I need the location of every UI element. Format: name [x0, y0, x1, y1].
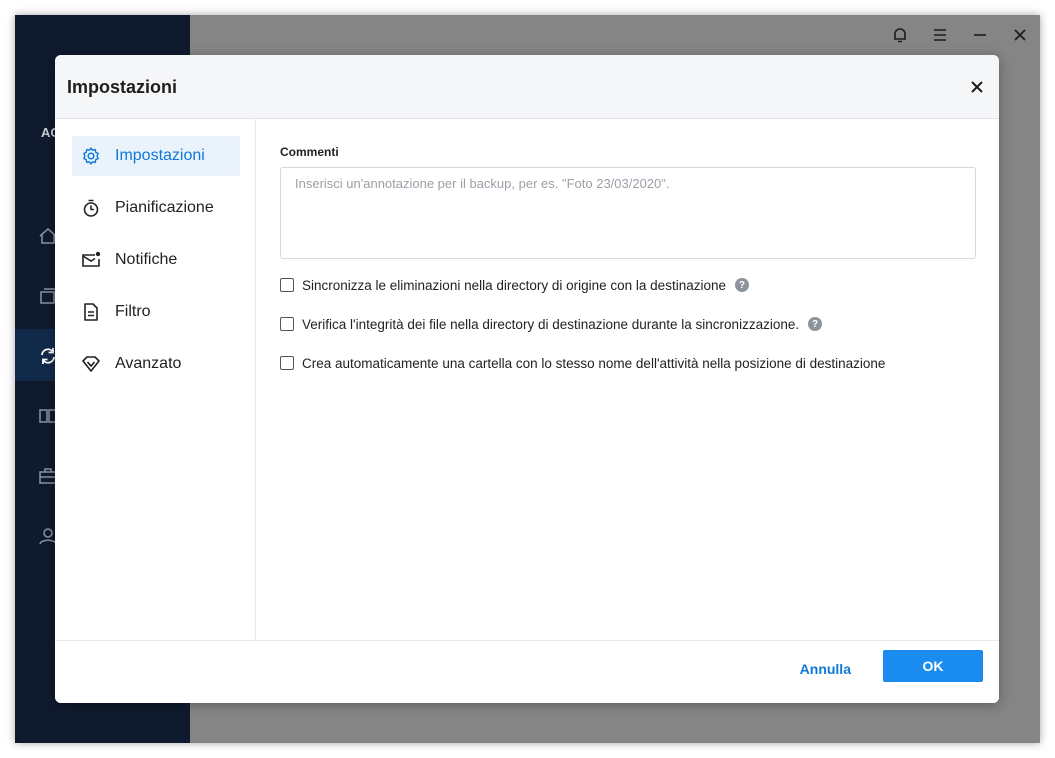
minimize-icon — [974, 34, 986, 36]
cancel-button[interactable]: Annulla — [800, 658, 851, 680]
nav-item-label: Notifiche — [115, 251, 178, 268]
diamond-icon — [80, 353, 102, 375]
sync-deletions-checkbox[interactable] — [280, 278, 294, 292]
bell-icon — [894, 28, 906, 43]
nav-item-impostazioni[interactable]: Impostazioni — [72, 136, 240, 176]
option-label: Verifica l'integrità dei file nella dire… — [302, 316, 800, 332]
nav-item-label: Filtro — [115, 303, 151, 320]
help-icon[interactable]: ? — [808, 317, 823, 331]
nav-item-label: Impostazioni — [115, 147, 205, 164]
timer-icon — [80, 197, 102, 219]
hamburger-menu-icon — [934, 29, 946, 41]
window-controls — [880, 15, 1040, 55]
settings-dialog: Impostazioni Impostazioni Pianificazione… — [55, 55, 999, 703]
dialog-close-icon[interactable] — [967, 77, 987, 97]
close-icon — [1014, 29, 1026, 41]
option-create-folder[interactable]: Crea automaticamente una cartella con lo… — [280, 353, 885, 373]
notification-bell-button[interactable] — [880, 15, 920, 55]
nav-item-pianificazione[interactable]: Pianificazione — [72, 188, 240, 228]
help-icon[interactable]: ? — [734, 278, 749, 292]
nav-item-label: Avanzato — [115, 355, 182, 372]
window-close-button[interactable] — [1000, 15, 1040, 55]
minimize-button[interactable] — [960, 15, 1000, 55]
option-verify-integrity[interactable]: Verifica l'integrità dei file nella dire… — [280, 314, 823, 334]
dialog-title: Impostazioni — [67, 77, 178, 97]
settings-content: Commenti Sincronizza le eliminazioni nel… — [280, 119, 980, 640]
option-label: Sincronizza le eliminazioni nella direct… — [302, 277, 726, 293]
create-folder-checkbox[interactable] — [280, 356, 294, 370]
dialog-nav: Impostazioni Pianificazione Notifiche Fi… — [55, 119, 256, 640]
menu-button[interactable] — [920, 15, 960, 55]
gear-icon — [80, 145, 102, 167]
nav-item-avanzato[interactable]: Avanzato — [72, 344, 240, 384]
nav-item-notifiche[interactable]: Notifiche — [72, 240, 240, 280]
option-label: Crea automaticamente una cartella con lo… — [302, 355, 886, 371]
document-filter-icon — [80, 301, 102, 323]
ok-button[interactable]: OK — [883, 650, 983, 682]
dialog-footer: Annulla OK — [55, 640, 999, 703]
dialog-header: Impostazioni — [55, 55, 999, 119]
verify-integrity-checkbox[interactable] — [280, 317, 294, 331]
mail-notification-icon — [80, 249, 102, 271]
nav-item-filtro[interactable]: Filtro — [72, 292, 240, 332]
option-sync-deletions[interactable]: Sincronizza le eliminazioni nella direct… — [280, 275, 749, 295]
comments-input[interactable] — [280, 167, 976, 259]
nav-item-label: Pianificazione — [115, 199, 214, 216]
comments-label: Commenti — [280, 145, 339, 159]
